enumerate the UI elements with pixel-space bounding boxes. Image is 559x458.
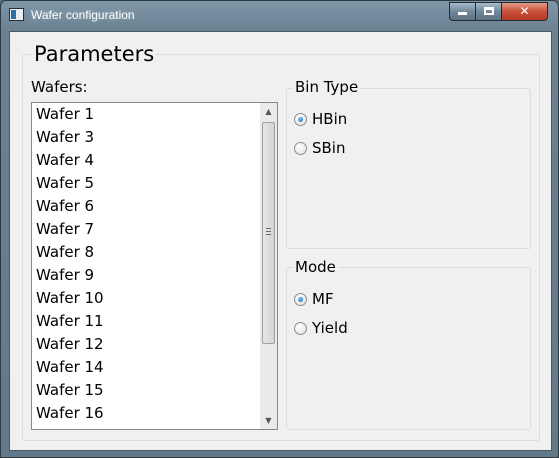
mf-label: MF [312, 290, 334, 308]
sbin-radio[interactable]: SBin [294, 138, 346, 158]
list-item[interactable]: Wafer 7 [32, 218, 260, 241]
list-item[interactable]: Wafer 16 [32, 402, 260, 425]
parameters-title: Parameters [32, 42, 157, 66]
wafers-scrollbar[interactable]: ▲ ▼ [260, 103, 277, 429]
list-item[interactable]: Wafer 15 [32, 379, 260, 402]
list-item[interactable]: Wafer 9 [32, 264, 260, 287]
grip-icon [266, 228, 271, 235]
list-item[interactable]: Wafer 3 [32, 126, 260, 149]
window-title: Wafer configuration [31, 8, 135, 22]
list-item[interactable]: Wafer 4 [32, 149, 260, 172]
scroll-down-button[interactable]: ▼ [260, 412, 277, 429]
minimize-icon [458, 12, 467, 15]
scroll-down-icon: ▼ [265, 416, 272, 425]
scroll-up-icon: ▲ [265, 107, 272, 116]
scroll-up-button[interactable]: ▲ [260, 103, 277, 120]
close-button[interactable]: ✕ [501, 2, 548, 21]
hbin-radio[interactable]: HBin [294, 109, 347, 129]
sbin-label: SBin [312, 139, 346, 157]
list-item[interactable]: Wafer 5 [32, 172, 260, 195]
scrollbar-thumb[interactable] [262, 122, 275, 344]
yield-radio[interactable]: Yield [294, 318, 348, 338]
radio-yield-indicator[interactable] [294, 321, 307, 335]
app-window-icon [9, 8, 24, 21]
list-item[interactable]: Wafer 11 [32, 310, 260, 333]
maximize-button[interactable] [475, 2, 502, 21]
client-area: Parameters Wafers: Wafer 1 Wafer 3 Wafer 4… [9, 31, 552, 451]
title-bar[interactable]: Wafer configuration ✕ [1, 1, 558, 29]
list-item[interactable]: Wafer 12 [32, 333, 260, 356]
maximize-icon [483, 7, 494, 15]
wafers-list: Wafer 1 Wafer 3 Wafer 4 Wafer 5 Wafer 6 Wafer… [32, 103, 260, 425]
hbin-label: HBin [312, 110, 348, 128]
radio-hbin-indicator[interactable] [294, 112, 307, 126]
list-item[interactable]: Wafer 10 [32, 287, 260, 310]
mode-title: Mode [293, 258, 338, 276]
list-item[interactable]: Wafer 6 [32, 195, 260, 218]
list-item[interactable]: Wafer 1 [32, 103, 260, 126]
wafers-listbox[interactable]: Wafer 1 Wafer 3 Wafer 4 Wafer 5 Wafer 6 Wafer… [31, 102, 278, 430]
radio-sbin-indicator[interactable] [294, 141, 307, 155]
mf-radio[interactable]: MF [294, 289, 334, 309]
list-item[interactable]: Wafer 8 [32, 241, 260, 264]
list-item[interactable]: Wafer 14 [32, 356, 260, 379]
wafer-configuration-window: Wafer configuration ✕ Parameters Wafers:… [0, 0, 559, 458]
close-icon: ✕ [519, 4, 530, 18]
minimize-button[interactable] [449, 2, 476, 21]
wafers-label: Wafers: [31, 78, 88, 96]
yield-label: Yield [312, 319, 348, 337]
radio-mf-indicator[interactable] [294, 292, 307, 306]
bin-type-title: Bin Type [293, 78, 361, 96]
